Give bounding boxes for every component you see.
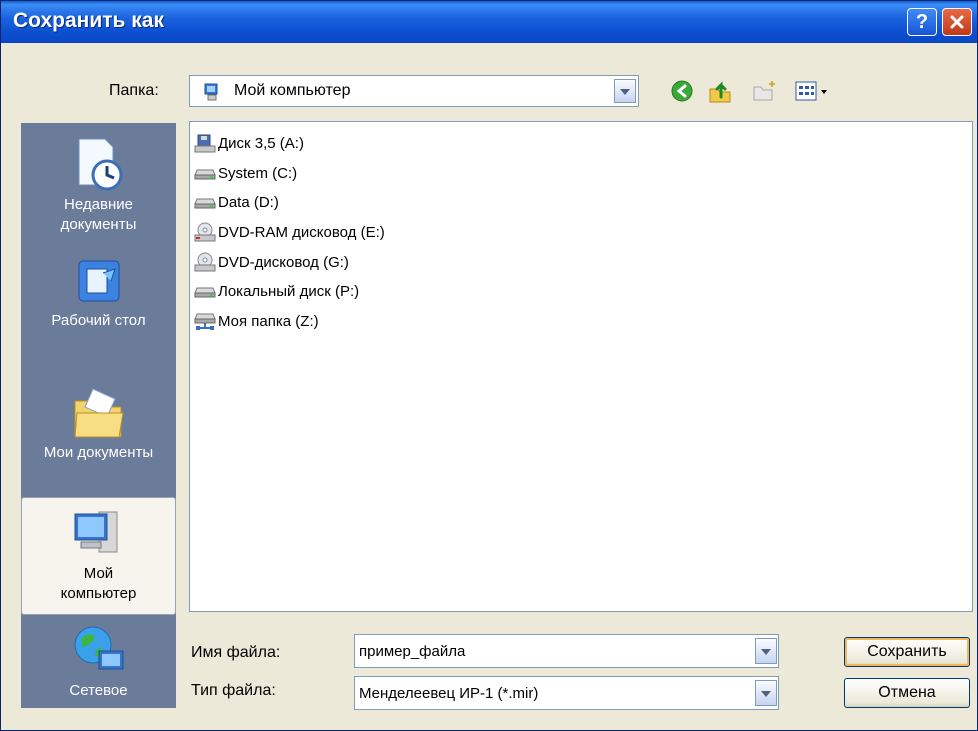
place-my-documents[interactable]: Мои документы — [21, 379, 176, 463]
desktop-icon — [78, 260, 119, 302]
list-item[interactable]: Диск 3,5 (A:) — [194, 132, 304, 154]
back-icon[interactable] — [670, 79, 694, 103]
folder-label: Папка: — [109, 82, 159, 99]
filetype-select[interactable]: Менделеевец ИР-1 (*.mir) — [354, 676, 779, 710]
my-documents-icon — [73, 388, 124, 438]
file-name: DVD-RAM дисковод (E:) — [218, 223, 385, 241]
filetype-dropdown-button[interactable] — [755, 680, 777, 706]
file-name: Data (D:) — [218, 193, 279, 211]
new-folder-icon[interactable] — [752, 79, 778, 103]
network-icon — [74, 626, 123, 670]
list-item[interactable]: DVD-RAM дисковод (E:) — [194, 221, 385, 243]
filename-label: Имя файла: — [191, 644, 281, 661]
file-name: System (C:) — [218, 164, 298, 182]
place-label: Сетевое — [69, 682, 128, 699]
filename-value: пример_файла — [359, 643, 466, 660]
network-drive-icon — [194, 313, 216, 330]
file-name: Диск 3,5 (A:) — [218, 134, 304, 152]
hard-drive-icon — [194, 169, 216, 180]
file-name: DVD-дисковод (G:) — [218, 253, 349, 271]
folder-dropdown-button[interactable] — [614, 79, 636, 103]
dvd-drive-icon — [194, 252, 216, 272]
recent-documents-icon — [78, 138, 122, 191]
file-name: Локальный диск (P:) — [218, 282, 360, 300]
place-label-line2: компьютер — [60, 585, 137, 602]
save-as-dialog: Сохранить как ? Папка: Мой компьютер Нед… — [0, 0, 978, 731]
my-computer-small-icon — [204, 83, 218, 101]
floppy-drive-icon — [194, 134, 216, 153]
place-recent-documents[interactable]: Недавние документы — [21, 135, 176, 235]
filetype-label: Тип файла: — [191, 682, 276, 699]
cancel-button[interactable]: Отмена — [844, 678, 970, 708]
list-item[interactable]: Data (D:) — [194, 191, 279, 213]
save-button[interactable]: Сохранить — [844, 637, 970, 667]
list-item[interactable]: Локальный диск (P:) — [194, 280, 359, 302]
up-folder-icon[interactable] — [707, 79, 733, 105]
list-item[interactable]: DVD-дисковод (G:) — [194, 251, 349, 273]
window-title: Сохранить как — [13, 9, 164, 32]
place-my-computer[interactable]: Мой компьютер — [21, 497, 176, 615]
place-label: Мои документы — [43, 444, 154, 461]
filetype-value: Менделеевец ИР-1 (*.mir) — [359, 685, 539, 702]
title-bar[interactable]: Сохранить как ? — [1, 1, 977, 43]
help-button[interactable]: ? — [907, 8, 937, 36]
dvd-drive-icon — [194, 222, 216, 242]
place-desktop[interactable]: Рабочий стол — [21, 255, 176, 331]
folder-value: Мой компьютер — [234, 82, 351, 99]
place-label: Недавние — [64, 196, 133, 213]
place-label: Мой — [83, 565, 114, 582]
help-icon: ? — [915, 10, 929, 33]
list-item[interactable]: System (C:) — [194, 162, 297, 184]
hard-drive-icon — [194, 198, 216, 209]
filename-input[interactable]: пример_файла — [354, 634, 779, 668]
file-list[interactable]: Диск 3,5 (A:) System (C:) Data (D:) DVD-… — [189, 121, 973, 612]
place-label-line2: документы — [60, 216, 137, 233]
place-label: Рабочий стол — [51, 312, 146, 329]
view-menu-icon[interactable] — [794, 79, 834, 103]
list-item[interactable]: Моя папка (Z:) — [194, 310, 319, 332]
file-name: Моя папка (Z:) — [218, 312, 319, 330]
close-icon — [950, 15, 964, 29]
hard-drive-icon — [194, 287, 216, 298]
close-button[interactable] — [942, 8, 972, 36]
filename-dropdown-button[interactable] — [755, 638, 777, 664]
my-computer-icon — [74, 511, 117, 553]
folder-dropdown[interactable]: Мой компьютер — [189, 75, 639, 107]
place-network[interactable]: Сетевое — [21, 623, 176, 701]
places-bar: Недавние документы Рабочий стол Мои доку… — [21, 123, 176, 708]
